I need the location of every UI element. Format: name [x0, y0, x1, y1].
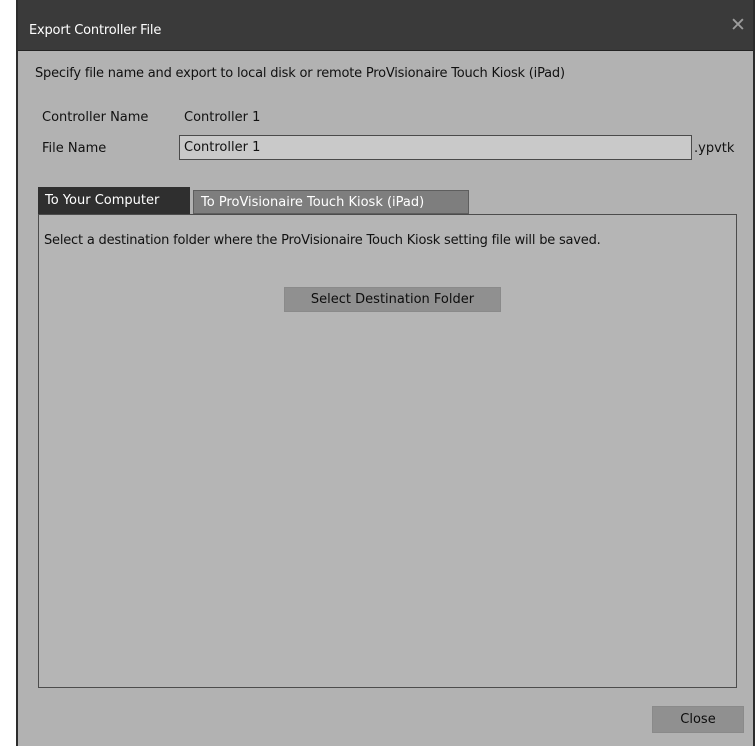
controller-name-label: Controller Name: [42, 110, 149, 125]
select-destination-folder-button[interactable]: Select Destination Folder: [284, 287, 501, 312]
export-controller-dialog: Export Controller File ✕ Specify file na…: [16, 0, 755, 746]
controller-name-value: Controller 1: [184, 110, 261, 125]
file-name-label: File Name: [42, 141, 107, 156]
window-title: Export Controller File: [29, 23, 162, 38]
tab-to-touch-kiosk[interactable]: To ProVisionaire Touch Kiosk (iPad): [193, 190, 469, 214]
title-bar[interactable]: Export Controller File ✕: [18, 0, 753, 51]
tab-to-your-computer[interactable]: To Your Computer: [38, 187, 190, 214]
panel-description: Select a destination folder where the Pr…: [44, 233, 601, 248]
tab-panel: Select a destination folder where the Pr…: [38, 214, 737, 688]
close-icon[interactable]: ✕: [727, 14, 749, 36]
file-name-input[interactable]: [179, 135, 692, 160]
file-extension: .ypvtk: [694, 141, 735, 156]
instruction-text: Specify file name and export to local di…: [35, 66, 565, 81]
close-button[interactable]: Close: [652, 706, 744, 733]
